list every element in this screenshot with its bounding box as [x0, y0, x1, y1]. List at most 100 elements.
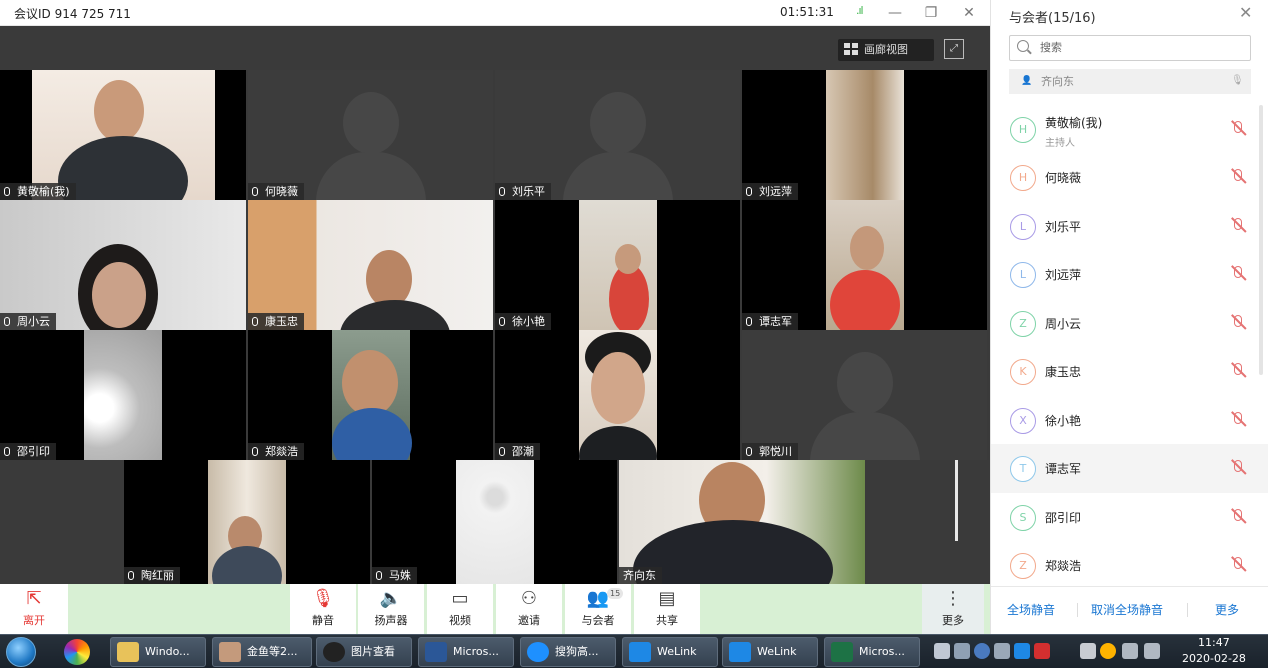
participant-row[interactable]: H 何晓薇	[991, 153, 1268, 202]
unmute-all-button[interactable]: 取消全场静音	[1091, 601, 1163, 618]
participants-button[interactable]: 👥 15 与会者	[565, 584, 631, 634]
mic-muted-icon[interactable]	[1229, 507, 1249, 527]
participant-name: 谭志军	[1045, 462, 1082, 476]
welink-icon	[629, 642, 651, 662]
qq-tray-icon[interactable]	[1100, 643, 1116, 659]
taskbar-item[interactable]: 金鱼等2...	[212, 637, 312, 667]
search-input[interactable]: 搜索	[1009, 35, 1251, 61]
video-tile[interactable]: 谭志军	[742, 200, 987, 330]
invite-button[interactable]: ⚇ 邀请	[496, 584, 562, 634]
video-tile[interactable]: 刘乐平	[495, 70, 740, 200]
participant-row[interactable]: T 谭志军	[991, 444, 1268, 493]
mic-muted-icon[interactable]	[1229, 361, 1249, 381]
video-tile[interactable]: 周小云	[0, 200, 246, 330]
taskbar-item[interactable]: WeLink	[622, 637, 718, 667]
mic-muted-icon[interactable]	[1229, 216, 1249, 236]
participant-row[interactable]: L 刘远萍	[991, 250, 1268, 299]
participant-row[interactable]: X 徐小艳	[991, 396, 1268, 445]
mute-button[interactable]: 🎙 静音	[290, 584, 356, 634]
taskbar-item[interactable]: Windo...	[110, 637, 206, 667]
close-icon[interactable]: ✕	[1239, 3, 1252, 22]
participant-name: 邵引印	[1045, 511, 1082, 525]
panel-more-button[interactable]: 更多	[1215, 601, 1239, 618]
participant-name-tag: 郑燚浩	[248, 443, 304, 460]
mic-muted-icon[interactable]	[1229, 555, 1249, 575]
speaker-button[interactable]: 🔈 扬声器	[358, 584, 424, 634]
mic-muted-icon[interactable]	[1229, 313, 1249, 333]
help-icon[interactable]	[974, 643, 990, 659]
tray-icon[interactable]	[934, 643, 950, 659]
fullscreen-icon[interactable]: ⤢	[944, 39, 964, 59]
user-icon: 👤	[1021, 76, 1033, 86]
folder-icon	[117, 642, 139, 662]
leave-button[interactable]: ⇱ 离开	[0, 584, 68, 634]
participant-name: 刘乐平	[1045, 220, 1082, 234]
system-tray	[930, 641, 1180, 663]
participant-row[interactable]: H 黄敬榆(我) 主持人	[991, 105, 1268, 154]
mic-icon	[4, 317, 10, 326]
avatar-placeholder	[342, 92, 399, 154]
pdf-icon[interactable]	[1034, 643, 1050, 659]
video-tile[interactable]: 何晓薇	[248, 70, 493, 200]
keyboard-icon[interactable]	[954, 643, 970, 659]
video-tile[interactable]: 康玉忠	[248, 200, 493, 330]
participant-name: 徐小艳	[1045, 414, 1082, 428]
video-tile[interactable]: 邵引印	[0, 330, 246, 460]
participant-row[interactable]: K 康玉忠	[991, 347, 1268, 396]
clock-time[interactable]: 11:47	[1198, 636, 1230, 649]
video-tile[interactable]: 邵潮	[495, 330, 740, 460]
participant-row[interactable]: Z 周小云	[991, 299, 1268, 348]
mic-muted-icon[interactable]	[1229, 458, 1249, 478]
participant-row[interactable]: L 刘乐平	[991, 202, 1268, 251]
share-button[interactable]: ▤ 共享	[634, 584, 700, 634]
mic-icon	[252, 187, 258, 196]
start-button[interactable]	[6, 637, 36, 667]
mic-muted-icon[interactable]	[1229, 167, 1249, 187]
participant-row[interactable]: Z 郑燚浩	[991, 541, 1268, 585]
participant-name-tag: 何晓薇	[248, 183, 304, 200]
video-tile[interactable]: 徐小艳	[495, 200, 740, 330]
clock-date[interactable]: 2020-02-28	[1182, 652, 1246, 665]
more-button[interactable]: ⋮ 更多	[922, 584, 984, 634]
avatar-placeholder	[589, 92, 646, 154]
taskbar-item[interactable]: WeLink	[722, 637, 818, 667]
mic-muted-icon[interactable]	[1229, 264, 1249, 284]
minimize-button[interactable]: —	[884, 2, 906, 24]
participant-row[interactable]: S 邵引印	[991, 493, 1268, 542]
participant-name-tag: 陶红丽	[124, 567, 180, 584]
volume-icon[interactable]	[1144, 643, 1160, 659]
taskbar-item[interactable]: Micros...	[824, 637, 920, 667]
network-icon[interactable]	[1122, 643, 1138, 659]
video-tile[interactable]: 郭悦川	[742, 330, 987, 460]
pinwheel-app-icon[interactable]	[64, 639, 90, 665]
participant-name: 黄敬榆(我)	[1045, 116, 1103, 130]
panel-actions: 全场静音 取消全场静音 更多	[991, 586, 1268, 634]
taskbar-item[interactable]: 图片查看	[316, 637, 412, 667]
welink-icon	[729, 642, 751, 662]
welink-tray-icon[interactable]	[1014, 643, 1030, 659]
panel-scrollbar[interactable]	[1259, 105, 1263, 375]
taskbar-item[interactable]: Micros...	[418, 637, 514, 667]
mic-muted-icon[interactable]	[1229, 119, 1249, 139]
mic-icon	[499, 447, 505, 456]
video-tile[interactable]: 马姝	[372, 460, 617, 584]
video-tile[interactable]: 刘远萍	[742, 70, 987, 200]
taskbar-item[interactable]: 搜狗高...	[520, 637, 616, 667]
mic-icon	[4, 187, 10, 196]
grid-icon	[844, 43, 858, 55]
close-button[interactable]: ✕	[958, 2, 980, 24]
participants-count-badge: 15	[607, 588, 624, 599]
mic-icon	[252, 317, 258, 326]
video-tile[interactable]: 郑燚浩	[248, 330, 493, 460]
restore-button[interactable]: ❐	[920, 2, 942, 24]
gallery-view-button[interactable]: 画廊视图	[838, 39, 934, 61]
video-button[interactable]: ▭ 视频	[427, 584, 493, 634]
speaker-icon: 🔈	[379, 588, 403, 609]
mic-muted-icon[interactable]	[1229, 410, 1249, 430]
tray-icon[interactable]	[1080, 643, 1096, 659]
video-tile[interactable]: 黄敬榆(我)	[0, 70, 246, 200]
mute-all-button[interactable]: 全场静音	[1007, 601, 1055, 618]
video-tile[interactable]: 陶红丽	[124, 460, 370, 584]
video-tile-active-speaker[interactable]: 齐向东	[619, 460, 865, 584]
tray-icon[interactable]	[994, 643, 1010, 659]
